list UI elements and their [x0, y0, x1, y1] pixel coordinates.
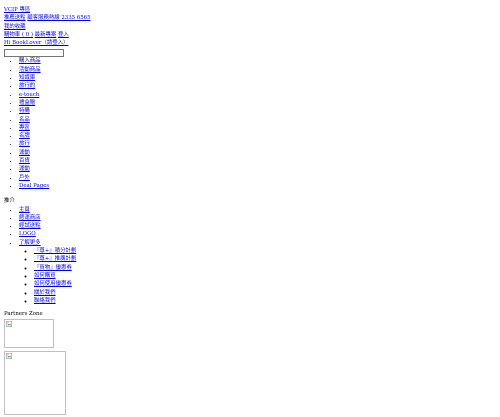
category-item: Deal Pages [19, 182, 500, 190]
sub-item: 聯絡我們 [34, 297, 500, 305]
service-link[interactable]: 主頁 [19, 207, 30, 213]
category-link[interactable]: 特購 [19, 108, 30, 114]
header-row-3: 我的收藏 [4, 23, 500, 31]
category-item: 戶外 [19, 174, 500, 182]
service-item: 主頁 [19, 206, 500, 214]
service-link[interactable]: 經試送點 [19, 223, 41, 229]
category-item: 旅行 [19, 140, 500, 148]
referral-link[interactable]: 推薦送點 [4, 15, 26, 21]
sub-link[interactable]: 聯絡我們 [34, 298, 56, 304]
header-row-5: Hi BookLover（請登入） [4, 39, 500, 47]
category-item: 名品 [19, 116, 500, 124]
category-link[interactable]: 戶外 [19, 175, 30, 181]
sub-item: 關於我們 [34, 289, 500, 297]
category-item: e-touch [19, 91, 500, 99]
sub-item: 『尊+』推廣計劃 [34, 255, 500, 263]
category-link[interactable]: 運動 [19, 166, 30, 172]
page-root: VCIP 專區 推薦送點 顧客服務熱線 2335 6565 我的收藏 購物車 (… [0, 0, 500, 416]
category-link[interactable]: 專區 [19, 125, 30, 131]
header-row-2: 推薦送點 顧客服務熱線 2335 6565 [4, 14, 500, 22]
service-item: 經試送點 [19, 222, 500, 230]
category-link[interactable]: 運動 [19, 150, 30, 156]
header-row-4: 購物車 ( 0 ) 最新專案 登入 [4, 31, 500, 39]
latest-promo-link[interactable]: 最新專案 [35, 32, 57, 38]
service-link[interactable]: 了解更多 [19, 240, 41, 246]
partner-promo-image[interactable] [4, 351, 66, 416]
section-title: 推介 [4, 198, 15, 205]
service-item: 了解更多 『尊+』積分計劃 『尊+』推廣計劃 『買物』優惠券 如何購買 如何使用… [19, 239, 500, 305]
sub-item: 如何使用優惠券 [34, 280, 500, 288]
category-link[interactable]: 購入商品 [19, 58, 41, 64]
sub-nav: 『尊+』積分計劃 『尊+』推廣計劃 『買物』優惠券 如何購買 如何使用優惠券 關… [19, 247, 500, 305]
sub-link[interactable]: 關於我們 [34, 290, 56, 296]
category-link[interactable]: 禮盒贈 [19, 100, 35, 106]
category-link[interactable]: 百貨 [19, 158, 30, 164]
category-link[interactable]: 旅行的 [19, 83, 35, 89]
header-top-row: VCIP 專區 [4, 6, 500, 14]
category-item: 名牌 [19, 132, 500, 140]
category-item: 購入商品 [19, 57, 500, 65]
category-item: 運動 [19, 165, 500, 173]
sub-link[interactable]: 如何購買 [34, 273, 56, 279]
category-item: 活動商品 [19, 66, 500, 74]
sub-item: 『買物』優惠券 [34, 264, 500, 272]
sub-link[interactable]: 『買物』優惠券 [34, 265, 72, 271]
service-item: 館運商店 [19, 214, 500, 222]
sub-link[interactable]: 『尊+』積分計劃 [34, 248, 76, 254]
search-input[interactable] [4, 49, 64, 58]
cart-link[interactable]: 購物車 ( 0 ) [4, 32, 33, 38]
broken-image-icon [6, 321, 12, 328]
sub-link[interactable]: 如何使用優惠券 [34, 281, 72, 287]
category-link[interactable]: 名品 [19, 117, 30, 123]
category-item: 特購 [19, 107, 500, 115]
greeting-link[interactable]: Hi BookLover（請登入） [4, 40, 68, 46]
category-link[interactable]: 知識庫 [19, 75, 35, 81]
partner-banner-image[interactable] [4, 319, 54, 349]
category-item: 旅行的 [19, 82, 500, 90]
category-item: 知識庫 [19, 74, 500, 82]
category-link[interactable]: e-touch [19, 92, 39, 98]
partners-label: Partners Zone [4, 311, 43, 318]
category-item: 運動 [19, 149, 500, 157]
category-nav: 購入商品 活動商品 知識庫 旅行的 e-touch 禮盒贈 特購 名品 專區 名… [4, 57, 500, 190]
category-item: 禮盒贈 [19, 99, 500, 107]
category-link[interactable]: 活動商品 [19, 67, 41, 73]
search-box [4, 49, 500, 58]
vcip-link[interactable]: VCIP 專區 [4, 7, 30, 13]
category-item: 專區 [19, 124, 500, 132]
hotline-link[interactable]: 顧客服務熱線 2335 6565 [27, 15, 90, 21]
service-item: LOGO [19, 230, 500, 238]
category-link[interactable]: 名牌 [19, 133, 30, 139]
sub-link[interactable]: 『尊+』推廣計劃 [34, 256, 76, 262]
sub-item: 『尊+』積分計劃 [34, 247, 500, 255]
broken-image-icon [6, 353, 12, 360]
category-link[interactable]: 旅行 [19, 141, 30, 147]
category-link[interactable]: Deal Pages [19, 183, 49, 189]
login-link[interactable]: 登入 [58, 32, 69, 38]
service-nav: 主頁 館運商店 經試送點 LOGO 了解更多 『尊+』積分計劃 『尊+』推廣計劃… [4, 206, 500, 306]
sub-item: 如何購買 [34, 272, 500, 280]
service-link[interactable]: 館運商店 [19, 215, 41, 221]
category-item: 百貨 [19, 157, 500, 165]
service-link[interactable]: LOGO [19, 231, 36, 237]
favorites-link[interactable]: 我的收藏 [4, 24, 26, 30]
